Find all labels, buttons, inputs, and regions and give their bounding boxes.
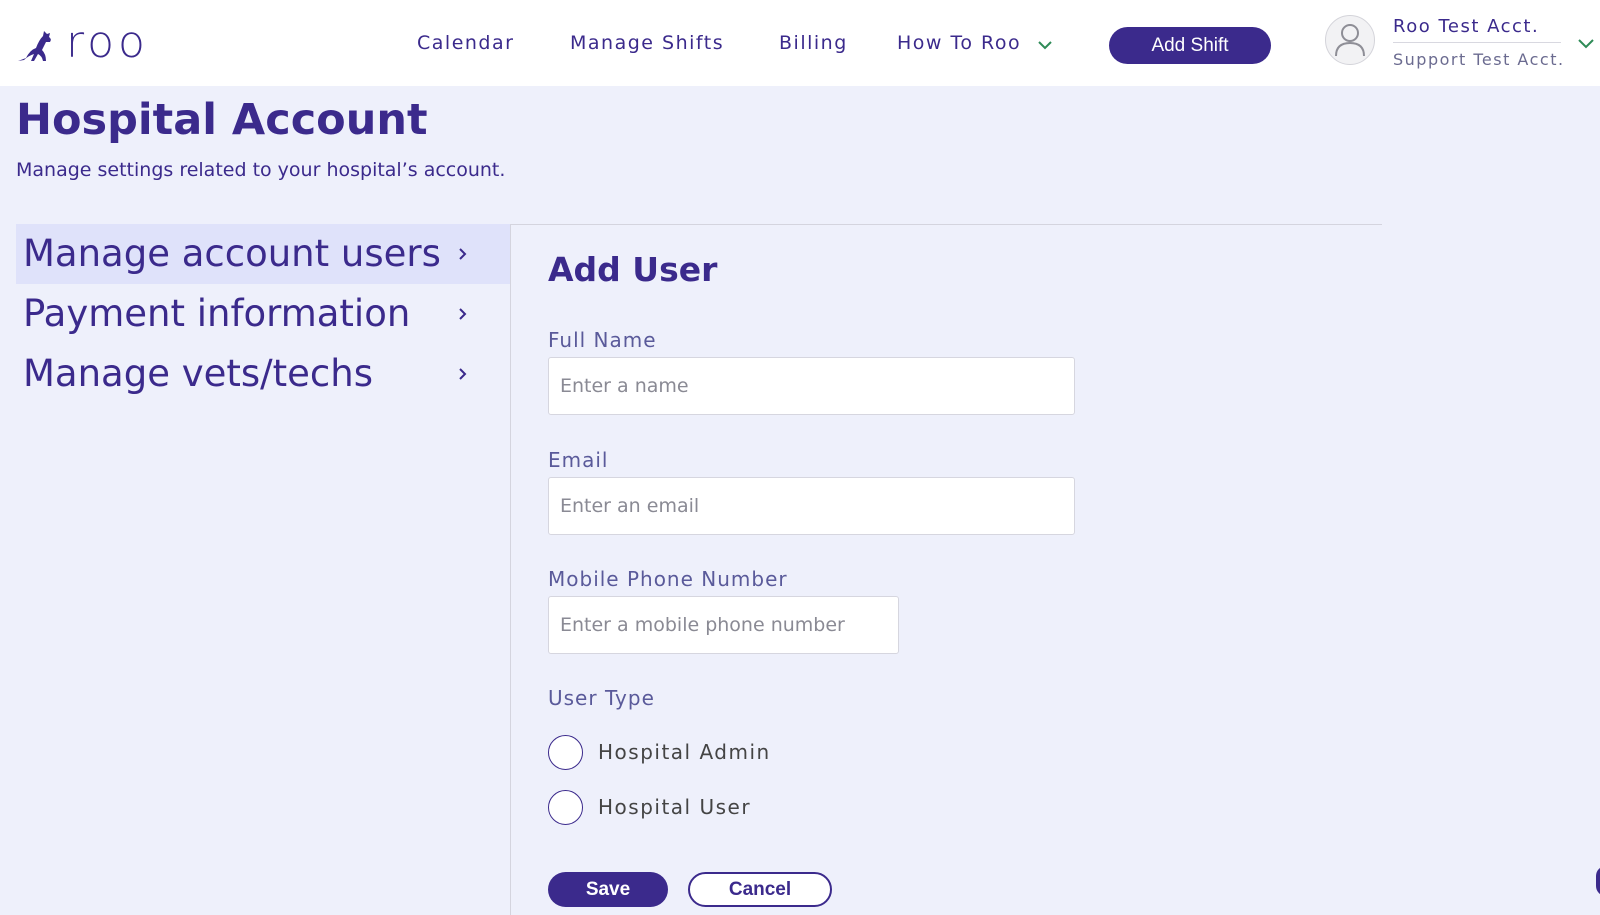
sidebar-item-payment-information[interactable]: Payment information xyxy=(16,284,510,344)
radio-button[interactable] xyxy=(548,789,583,825)
nav-how-to-roo-label: How To Roo xyxy=(897,32,1022,54)
kangaroo-icon xyxy=(18,31,51,61)
sidebar-item-label: Payment information xyxy=(23,292,411,335)
sidebar-item-label: Manage account users xyxy=(23,232,441,275)
account-chevron-down-icon[interactable] xyxy=(1577,38,1595,50)
save-button[interactable]: Save xyxy=(548,872,668,907)
top-navigation-bar: roo Calendar Manage Shifts Billing How T… xyxy=(0,0,1600,86)
account-name: Roo Test Acct. xyxy=(1393,16,1540,37)
sidebar-item-label: Manage vets/techs xyxy=(23,352,373,395)
user-avatar-icon[interactable] xyxy=(1325,15,1375,65)
nav-manage-shifts[interactable]: Manage Shifts xyxy=(570,30,724,56)
radio-button[interactable] xyxy=(548,734,583,770)
radio-label: Hospital User xyxy=(598,795,752,819)
mobile-phone-input[interactable] xyxy=(548,596,899,654)
mobile-phone-label: Mobile Phone Number xyxy=(548,567,788,591)
chevron-right-icon xyxy=(459,368,467,380)
sidebar-divider xyxy=(510,224,511,915)
chevron-right-icon xyxy=(459,248,467,260)
nav-how-to-roo[interactable]: How To Roo xyxy=(897,30,1053,56)
full-name-label: Full Name xyxy=(548,328,657,352)
roo-logo[interactable]: roo xyxy=(16,17,149,68)
chat-widget-edge[interactable] xyxy=(1596,866,1600,896)
email-input[interactable] xyxy=(548,477,1075,535)
radio-hospital-user[interactable]: Hospital User xyxy=(548,789,751,825)
add-shift-button[interactable]: Add Shift xyxy=(1109,27,1271,64)
add-user-title: Add User xyxy=(548,250,718,289)
email-label: Email xyxy=(548,448,609,472)
sidebar-item-manage-account-users[interactable]: Manage account users xyxy=(16,224,510,284)
chevron-right-icon xyxy=(459,308,467,320)
content-divider xyxy=(510,224,1382,225)
sidebar-item-manage-vets-techs[interactable]: Manage vets/techs xyxy=(16,344,510,404)
cancel-button[interactable]: Cancel xyxy=(688,872,832,907)
radio-label: Hospital Admin xyxy=(598,740,771,764)
user-type-label: User Type xyxy=(548,686,655,710)
nav-calendar[interactable]: Calendar xyxy=(417,30,514,56)
account-subtitle: Support Test Acct. xyxy=(1393,50,1565,69)
chevron-down-icon xyxy=(1038,41,1052,50)
page-title: Hospital Account xyxy=(16,95,428,145)
nav-billing[interactable]: Billing xyxy=(779,30,848,56)
person-icon xyxy=(1335,24,1365,57)
logo-text: roo xyxy=(66,17,149,68)
radio-hospital-admin[interactable]: Hospital Admin xyxy=(548,734,771,770)
full-name-input[interactable] xyxy=(548,357,1075,415)
account-divider xyxy=(1393,42,1561,43)
page-subtitle: Manage settings related to your hospital… xyxy=(16,159,506,181)
